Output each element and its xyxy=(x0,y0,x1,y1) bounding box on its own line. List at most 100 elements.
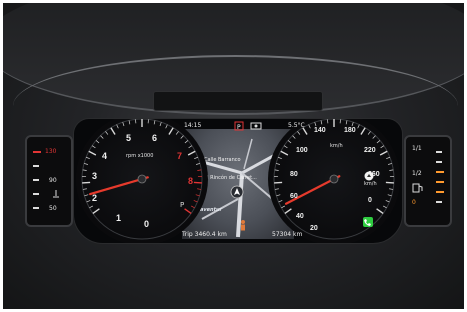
speedometer-tick-mark xyxy=(385,200,390,203)
speedometer-tick-mark xyxy=(388,163,393,165)
speedometer-tick-mark xyxy=(276,194,281,197)
street-label-1: Calle Barranco xyxy=(204,157,241,163)
tachometer-tick-mark xyxy=(100,135,104,139)
speed-label-60: 60 xyxy=(290,193,298,200)
gauge-tick xyxy=(33,179,39,181)
tachometer-tick-mark xyxy=(82,188,87,190)
hood-vent xyxy=(153,91,323,111)
speedometer-tick-mark xyxy=(345,120,348,125)
speedometer-tick-mark xyxy=(389,188,394,190)
speedometer-tick-mark xyxy=(357,124,360,129)
gauge-tick xyxy=(436,151,442,153)
tachometer-tick-mark xyxy=(159,122,162,127)
tachometer-tick-mark xyxy=(116,124,119,129)
tachometer-gauge: rpm x1000 5 6 7 8 4 3 2 1 0 P xyxy=(76,119,208,243)
tach-label-2: 2 xyxy=(92,193,98,203)
speedometer-tick-mark xyxy=(297,131,301,135)
fuel-pump-icon xyxy=(412,183,423,193)
tach-label-8: 8 xyxy=(188,176,194,186)
speedometer-tick-mark xyxy=(308,124,311,129)
speedometer-tick-mark xyxy=(274,181,283,184)
speedometer-tick-mark xyxy=(314,122,317,127)
tachometer-tick-mark xyxy=(188,145,193,149)
tachometer-tick-mark xyxy=(89,205,94,209)
tachometer-tick-mark xyxy=(193,200,198,203)
speedometer-tick-mark xyxy=(275,163,280,165)
gauge-tick xyxy=(436,181,444,183)
temp-label-high: 130 xyxy=(45,148,57,155)
tachometer-tick-mark xyxy=(110,127,116,135)
speedometer-tick-mark xyxy=(386,156,391,160)
tachometer-tick-mark xyxy=(84,194,89,197)
speedometer-tick-mark xyxy=(360,127,366,135)
speedometer-tick-mark xyxy=(351,122,354,127)
tachometer-tick-mark xyxy=(95,140,100,144)
speedometer-tick-mark xyxy=(283,145,288,149)
tach-label-0: 0 xyxy=(144,219,150,229)
gauge-tick xyxy=(33,207,39,209)
speed-label-100: 100 xyxy=(296,147,308,154)
speedometer-tick-mark xyxy=(287,140,292,144)
phone-icon xyxy=(363,217,373,227)
gauge-tick xyxy=(33,193,39,195)
tachometer-tick-mark xyxy=(193,181,202,184)
tachometer-tick-mark xyxy=(175,131,179,135)
tach-label-5: 5 xyxy=(126,133,132,143)
speedometer-tick-mark xyxy=(284,208,292,214)
tach-label-1: 1 xyxy=(116,213,122,223)
gauge-tick xyxy=(436,191,444,193)
tachometer-tick-mark xyxy=(196,163,201,165)
tachometer-tick-mark xyxy=(180,135,184,139)
speedometer-tick-mark xyxy=(277,156,282,160)
tachometer-tick-mark xyxy=(168,127,174,135)
tachometer-tick-mark xyxy=(165,124,168,129)
navigation-arrow-icon xyxy=(230,185,244,199)
tachometer-tick-mark xyxy=(86,200,91,203)
speed-label-0: 0 xyxy=(368,197,372,204)
tachometer-tick-mark xyxy=(197,188,202,190)
gauge-tick xyxy=(33,165,39,167)
tachometer-tick-mark xyxy=(187,150,196,156)
speedometer-tick-mark xyxy=(387,194,392,197)
gauge-tick xyxy=(33,151,41,153)
speedometer-tick-mark xyxy=(382,205,387,209)
speedometer-tick-mark xyxy=(281,205,286,209)
digital-cockpit-screen: Calle Barranco El Rincón de Carret... av… xyxy=(73,118,403,244)
seatbelt-icon xyxy=(250,122,262,130)
speedometer-tick-mark xyxy=(376,208,384,214)
tachometer-hub xyxy=(137,174,147,184)
tachometer-tick-mark xyxy=(184,208,192,214)
dashboard-photo: 130 90 50 1/1 1/2 0 Calle Barranco El Ri… xyxy=(3,3,464,309)
tach-label-3: 3 xyxy=(92,171,98,181)
temp-label-low: 50 xyxy=(49,205,57,212)
tachometer-tick-mark xyxy=(82,181,91,184)
gear-indicator: P xyxy=(180,201,185,209)
tachometer-tick-mark xyxy=(197,169,202,171)
speedometer-tick-mark xyxy=(380,145,385,149)
person-icon xyxy=(241,220,245,231)
speedometer-tick-mark xyxy=(280,150,289,156)
speedometer-tick-mark xyxy=(292,135,296,139)
gauge-tick xyxy=(436,201,442,203)
tachometer-tick-mark xyxy=(83,163,88,165)
tachometer-tick-mark xyxy=(105,131,109,135)
tachometer-tick-mark xyxy=(184,140,189,144)
speed-label-180: 180 xyxy=(344,127,356,134)
speed-label-80: 80 xyxy=(290,171,298,178)
sport-mode-icon xyxy=(364,171,374,181)
speedometer-tick-mark xyxy=(278,200,283,203)
speedometer-tick-mark xyxy=(385,181,394,184)
total-odometer: 57304 km xyxy=(272,231,303,238)
gauge-tick xyxy=(436,171,444,173)
tachometer-tick-mark xyxy=(128,120,131,125)
tach-label-7: 7 xyxy=(177,151,183,161)
fuel-label-empty: 0 xyxy=(412,199,416,206)
speedometer-hub xyxy=(329,174,339,184)
speedometer-tick-mark xyxy=(274,188,279,190)
tachometer-tick-mark xyxy=(88,150,97,156)
tachometer-tick-mark xyxy=(85,156,90,160)
speed-label-40: 40 xyxy=(296,213,304,220)
tachometer-tick-mark xyxy=(153,120,156,125)
trip-odometer: Trip 3460.4 km xyxy=(182,231,227,238)
temperature-side-gauge: 130 90 50 xyxy=(25,135,73,227)
